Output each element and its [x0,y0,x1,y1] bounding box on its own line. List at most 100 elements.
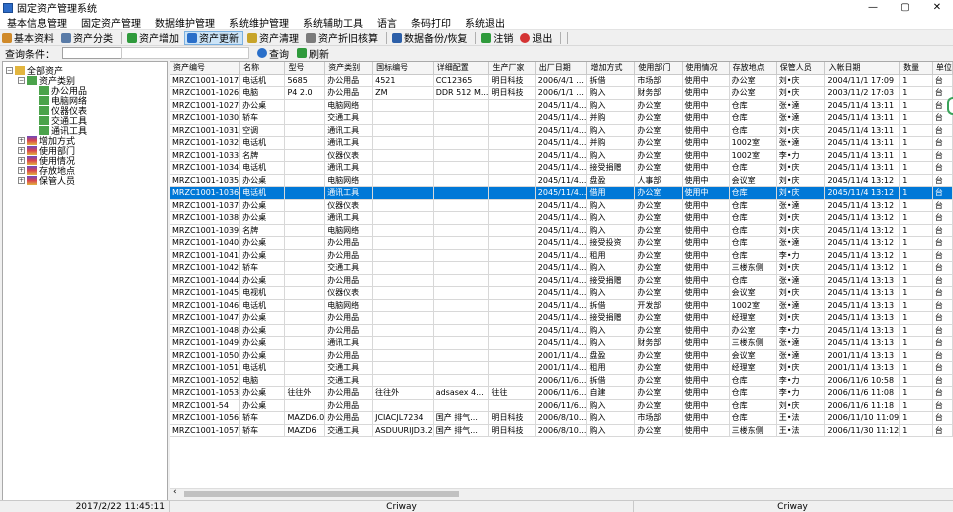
table-cell: MRZC1001-1050 [170,349,241,362]
scrollbar-thumb[interactable] [184,491,459,497]
asset-category-button[interactable]: 资产分类 [59,31,116,45]
column-header[interactable]: 单位 [932,62,953,75]
table-row[interactable]: MRZC1001-1027 办公桌 电脑网络 2045/11/4... 购入 办公室 使用中… [170,99,953,112]
column-header[interactable]: 入帐日期 [824,62,901,75]
horizontal-scrollbar[interactable]: ‹ [170,487,953,498]
table-row[interactable]: MRZC1001-1035 办公桌 电脑网络 2045/11/4... 盘盈 人事部 使用中… [170,174,953,187]
table-cell: ZM [372,86,434,100]
minimize-button[interactable]: — [857,0,889,15]
table-cell [488,374,536,387]
table-cell [372,274,434,287]
column-header[interactable]: 保管人员 [776,62,826,75]
table-row[interactable]: MRZC1001-1031 空调 通讯工具 2045/11/4... 购入 办公室 使用中仓… [170,124,953,137]
table-row[interactable]: MRZC1001-1038 办公桌 通讯工具 2045/11/4... 购入 办公室 使用中… [170,211,953,225]
column-header[interactable]: 增加方式 [586,62,636,75]
collapse-icon[interactable]: − [18,76,25,84]
table-row[interactable]: MRZC1001-1057 轿车 MAZD6 交通工具 ASDUURIJD3.2 国产 排… [170,424,953,437]
table-cell: 刘•庆 [776,74,826,87]
user-group-icon [2,32,12,43]
table-row[interactable]: MRZC1001-1034 电话机 通讯工具 2045/11/4... 接受捐赠 办公室使… [170,161,953,175]
column-header[interactable]: 数量 [899,62,933,75]
menu-data-maintenance[interactable]: 数据维护管理 [148,15,222,30]
table-row[interactable]: MRZC1001-54 办公桌 办公用品 2006/11/6... 购入 办公室 使用中 仓库… [170,399,953,412]
maximize-button[interactable]: ▢ [889,0,921,15]
collapse-icon[interactable]: − [6,66,13,74]
table-cell [433,99,490,112]
table-row[interactable]: MRZC1001-1032 电话机 通讯工具 2045/11/4... 并购 办公室 使用中… [170,136,953,150]
table-row[interactable]: MRZC1001-1051 电话机 交通工具 2001/11/4... 租用 办公室 使用中… [170,361,953,375]
table-row[interactable]: MRZC1001-1052 电脑 交通工具 2006/11/6... 拆借 办公室 使用中仓… [170,374,953,387]
table-row[interactable]: MRZC1001-1047 办公桌 办公用品 2045/11/4... 接受捐赠 办公室使… [170,311,953,325]
table-row[interactable]: MRZC1001-1030 轿车 交通工具 2045/11/4... 并购 办公室 使用中仓… [170,111,953,125]
table-cell: 会议室 [729,174,777,187]
menu-language[interactable]: 语言 [370,15,404,30]
table-row[interactable]: MRZC1001-1048 办公桌 办公用品 2045/11/4... 购入 办公室 使用中… [170,324,953,337]
table-row[interactable]: MRZC1001-1017 电话机 5685 办公用品 4521 CC12365 明日科技 2… [170,74,953,87]
table-row[interactable]: MRZC1001-1053 办公桌 往往外 办公用品 往往外 adsasex 4... 往往… [170,386,953,400]
column-header[interactable]: 资产编号 [170,62,241,75]
column-header[interactable]: 型号 [284,62,326,75]
expand-icon[interactable]: + [18,176,25,184]
side-handle[interactable] [947,97,953,115]
table-row[interactable]: MRZC1001-1033 名牌 仪器仪表 2045/11/4... 购入 办公室 使用中 1… [170,149,953,162]
menu-system-exit[interactable]: 系统退出 [458,15,512,30]
table-row[interactable]: MRZC1001-1056 轿车 MAZD6.0 办公用品 JCIACJL7234 国产 … [170,411,953,425]
table-row[interactable]: MRZC1001-1040 办公桌 办公用品 2045/11/4... 接受投资 办公室使… [170,236,953,250]
column-header[interactable]: 名称 [239,62,286,75]
table-row[interactable]: MRZC1001-1041 办公桌 办公用品 2045/11/4... 租用 办公室 使用中… [170,249,953,262]
column-header[interactable]: 生产厂家 [488,62,536,75]
menu-system-tools[interactable]: 系统辅助工具 [296,15,370,30]
table-row[interactable]: MRZC1001-1050 办公桌 办公用品 2001/11/4... 盘盈 办公室 使用中… [170,349,953,362]
depreciation-button[interactable]: 资产折旧核算 [304,31,381,45]
basic-data-button[interactable]: 基本资料 [0,31,57,45]
table-row[interactable]: MRZC1001-1039 名牌 电脑网络 2045/11/4... 购入 办公室 使用中仓… [170,224,953,237]
tree-node-custodian[interactable]: + 保管人员 [18,175,75,187]
table-row[interactable]: MRZC1001-1045 电视机 仪器仪表 2045/11/4... 购入 办公室 使用中… [170,286,953,300]
expand-icon[interactable]: + [18,136,25,144]
table-cell: 李•力 [776,249,826,262]
search-button[interactable]: 查询 [257,46,289,61]
table-cell [372,399,434,412]
column-header[interactable]: 国标编号 [372,62,434,75]
query-field-select[interactable]: ▾ [62,46,129,59]
table-row[interactable]: MRZC1001-1044 办公桌 办公用品 2045/11/4... 接受捐赠 办公室使… [170,274,953,287]
table-cell: 台 [932,174,953,187]
table-cell [372,336,434,350]
table-row[interactable]: MRZC1001-1036 电话机 通讯工具 2045/11/4... 借用 办公室 使用中… [170,186,953,200]
table-row[interactable]: MRZC1001-1046 电话机 电脑网络 2045/11/4... 拆借 开发部 使用中… [170,299,953,312]
asset-cleanup-button[interactable]: 资产清理 [245,31,302,45]
expand-icon[interactable]: + [18,146,25,154]
expand-icon[interactable]: + [18,166,25,174]
table-row[interactable]: MRZC1001-1037 办公桌 仪器仪表 2045/11/4... 购入 办公室 使用中… [170,199,953,212]
column-header[interactable]: 使用情况 [682,62,730,75]
menu-system-maintenance[interactable]: 系统维护管理 [222,15,296,30]
house-icon [39,95,49,105]
asset-update-button[interactable]: 资产更新 [184,30,243,45]
table-cell: 并购 [586,136,636,150]
table-cell: 仓库 [729,411,777,425]
column-header[interactable]: 存放地点 [729,62,777,75]
table-cell: 接受捐赠 [586,274,636,287]
close-button[interactable]: ✕ [921,0,953,15]
table-row[interactable]: MRZC1001-1026 电脑 P4 2.0 办公用品 ZM DDR 512 M... 明… [170,86,953,100]
column-header[interactable]: 资产类别 [324,62,374,75]
refresh-button[interactable]: 刷新 [297,46,329,61]
column-header[interactable]: 出厂日期 [535,62,588,75]
table-cell: 办公室 [634,161,683,175]
menu-basic-info[interactable]: 基本信息管理 [0,15,74,30]
menu-asset-management[interactable]: 固定资产管理 [74,15,148,30]
table-cell: 2001/11/4 13:13 [824,361,901,375]
column-header[interactable]: 详细配置 [433,62,490,75]
menu-barcode-print[interactable]: 条码打印 [404,15,458,30]
table-row[interactable]: MRZC1001-1049 办公桌 通讯工具 2045/11/4... 购入 财务部 使用中… [170,336,953,350]
table-row[interactable]: MRZC1001-1042 轿车 交通工具 2045/11/4... 购入 办公室 使用中三… [170,261,953,275]
logoff-button[interactable]: 注销 [479,31,516,45]
table-cell: 仓库 [729,211,777,225]
asset-add-button[interactable]: 资产增加 [125,31,182,45]
exit-button[interactable]: 退出 [518,31,555,45]
column-header[interactable]: 使用部门 [634,62,683,75]
expand-icon[interactable]: + [18,156,25,164]
scroll-left-icon[interactable]: ‹ [173,487,177,497]
backup-restore-button[interactable]: 数据备份/恢复 [390,31,470,45]
query-value-input[interactable] [121,47,249,59]
